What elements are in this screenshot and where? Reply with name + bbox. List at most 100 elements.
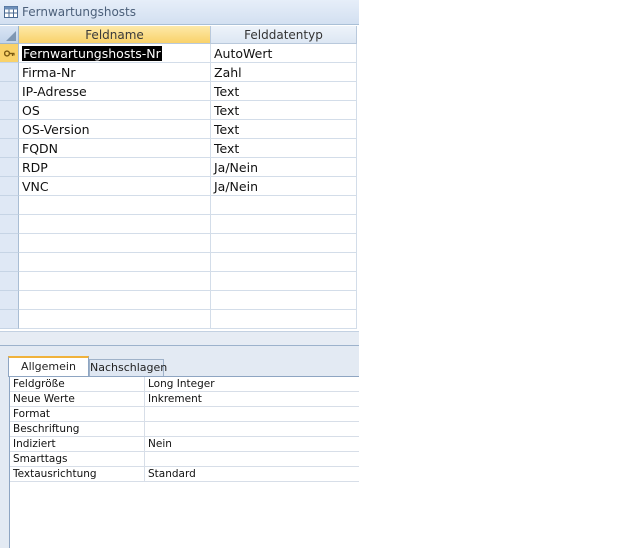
table-row[interactable]: RDP Ja/Nein: [0, 158, 359, 177]
field-type-cell[interactable]: [211, 234, 357, 253]
field-name-cell[interactable]: [19, 234, 211, 253]
property-value[interactable]: [146, 452, 359, 467]
field-name-cell[interactable]: OS-Version: [19, 120, 211, 139]
field-type-cell[interactable]: [211, 196, 357, 215]
property-row[interactable]: Format: [10, 407, 359, 422]
field-name-cell[interactable]: VNC: [19, 177, 211, 196]
table-row[interactable]: Fernwartungshosts-Nr AutoWert: [0, 44, 359, 63]
property-value[interactable]: Nein: [146, 437, 359, 452]
table-row[interactable]: [0, 196, 359, 215]
row-selector[interactable]: [0, 158, 19, 177]
window-title: Fernwartungshosts: [22, 5, 136, 19]
table-row[interactable]: [0, 253, 359, 272]
property-label: Indiziert: [10, 437, 145, 452]
field-name-cell[interactable]: Fernwartungshosts-Nr: [19, 44, 211, 63]
row-selector[interactable]: [0, 82, 19, 101]
row-selector[interactable]: [0, 234, 19, 253]
field-name-cell[interactable]: Firma-Nr: [19, 63, 211, 82]
field-name-cell[interactable]: OS: [19, 101, 211, 120]
property-value[interactable]: [146, 407, 359, 422]
row-selector[interactable]: [0, 63, 19, 82]
property-label: Textausrichtung: [10, 467, 145, 482]
property-sheet: Feldgröße Long Integer Neue Werte Inkrement…: [9, 376, 359, 548]
property-label: Neue Werte: [10, 392, 145, 407]
table-row[interactable]: [0, 310, 359, 329]
table-row[interactable]: VNC Ja/Nein: [0, 177, 359, 196]
property-row[interactable]: Smarttags: [10, 452, 359, 467]
tab-allgemein[interactable]: Allgemein: [8, 356, 89, 377]
field-name-cell[interactable]: [19, 272, 211, 291]
property-row[interactable]: Indiziert Nein: [10, 437, 359, 452]
field-type-cell[interactable]: [211, 215, 357, 234]
field-name-cell[interactable]: FQDN: [19, 139, 211, 158]
table-row[interactable]: OS-Version Text: [0, 120, 359, 139]
property-label: Beschriftung: [10, 422, 145, 437]
field-name-text: Fernwartungshosts-Nr: [22, 46, 162, 61]
row-selector[interactable]: [0, 177, 19, 196]
field-name-cell[interactable]: [19, 310, 211, 329]
property-value[interactable]: Standard: [146, 467, 359, 482]
property-label: Format: [10, 407, 145, 422]
field-name-cell[interactable]: IP-Adresse: [19, 82, 211, 101]
row-selector[interactable]: [0, 196, 19, 215]
title-bar: Fernwartungshosts: [0, 0, 359, 25]
field-name-text: OS-Version: [22, 122, 90, 137]
property-row[interactable]: Feldgröße Long Integer: [10, 377, 359, 392]
field-name-text: VNC: [22, 179, 49, 194]
field-name-cell[interactable]: [19, 291, 211, 310]
field-type-cell[interactable]: Text: [211, 101, 357, 120]
field-type-cell[interactable]: Text: [211, 82, 357, 101]
field-rows: Fernwartungshosts-Nr AutoWert Firma-Nr Zahl…: [0, 44, 359, 329]
property-row[interactable]: Neue Werte Inkrement: [10, 392, 359, 407]
field-type-cell[interactable]: [211, 272, 357, 291]
table-row[interactable]: [0, 234, 359, 253]
field-name-cell[interactable]: [19, 215, 211, 234]
table-row[interactable]: OS Text: [0, 101, 359, 120]
field-name-text: FQDN: [22, 141, 59, 156]
field-type-cell[interactable]: Ja/Nein: [211, 158, 357, 177]
table-icon: [4, 6, 18, 18]
row-selector[interactable]: [0, 101, 19, 120]
row-selector[interactable]: [0, 215, 19, 234]
table-row[interactable]: IP-Adresse Text: [0, 82, 359, 101]
field-type-cell[interactable]: Text: [211, 139, 357, 158]
select-all-corner[interactable]: [0, 26, 19, 44]
row-selector[interactable]: [0, 272, 19, 291]
field-type-cell[interactable]: Text: [211, 120, 357, 139]
table-design-view: Fernwartungshosts Feldname Felddatentyp …: [0, 0, 359, 548]
field-name-cell[interactable]: [19, 253, 211, 272]
column-header-feldname[interactable]: Feldname: [19, 26, 211, 44]
property-row[interactable]: Textausrichtung Standard: [10, 467, 359, 482]
field-name-text: IP-Adresse: [22, 84, 87, 99]
row-selector[interactable]: [0, 139, 19, 158]
property-value[interactable]: [146, 422, 359, 437]
row-selector[interactable]: [0, 310, 19, 329]
field-type-cell[interactable]: [211, 291, 357, 310]
row-selector[interactable]: [0, 120, 19, 139]
splitter[interactable]: [0, 331, 359, 345]
field-name-cell[interactable]: RDP: [19, 158, 211, 177]
field-name-text: OS: [22, 103, 40, 118]
field-type-cell[interactable]: Zahl: [211, 63, 357, 82]
table-row[interactable]: [0, 291, 359, 310]
table-row[interactable]: [0, 272, 359, 291]
property-row[interactable]: Beschriftung: [10, 422, 359, 437]
table-row[interactable]: Firma-Nr Zahl: [0, 63, 359, 82]
column-header-felddatentyp[interactable]: Felddatentyp: [211, 26, 357, 44]
property-label: Smarttags: [10, 452, 145, 467]
field-type-cell[interactable]: [211, 253, 357, 272]
field-name-text: RDP: [22, 160, 48, 175]
row-selector[interactable]: [0, 253, 19, 272]
field-type-cell[interactable]: [211, 310, 357, 329]
property-value[interactable]: Inkrement: [146, 392, 359, 407]
field-type-cell[interactable]: Ja/Nein: [211, 177, 357, 196]
field-grid: Feldname Felddatentyp Fernwartungshosts-…: [0, 26, 359, 331]
field-name-cell[interactable]: [19, 196, 211, 215]
table-row[interactable]: [0, 215, 359, 234]
row-selector[interactable]: [0, 44, 19, 63]
field-type-cell[interactable]: AutoWert: [211, 44, 357, 63]
tab-nachschlagen[interactable]: Nachschlagen: [89, 359, 167, 376]
property-value[interactable]: Long Integer: [146, 377, 359, 392]
row-selector[interactable]: [0, 291, 19, 310]
table-row[interactable]: FQDN Text: [0, 139, 359, 158]
